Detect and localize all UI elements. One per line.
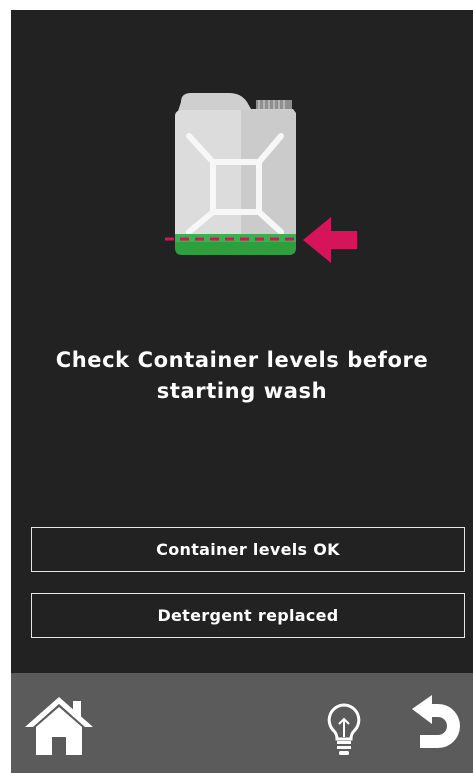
jerrycan-icon [175, 93, 296, 255]
instruction-line-1: Check Container levels before [55, 348, 429, 372]
lightbulb-icon[interactable] [323, 702, 365, 758]
detergent-replaced-button[interactable]: Detergent replaced [31, 593, 465, 638]
wash-screen: Check Container levels before starting w… [11, 10, 473, 773]
bottom-nav-bar [11, 673, 473, 773]
container-levels-ok-button[interactable]: Container levels OK [31, 527, 465, 572]
home-icon[interactable] [23, 693, 95, 757]
instruction-line-2: starting wash [156, 379, 328, 403]
arrow-left-icon [303, 217, 357, 263]
instruction-message: Check Container levels before starting w… [11, 345, 473, 407]
container-level-illustration [165, 93, 357, 263]
back-arrow-icon[interactable] [408, 693, 466, 755]
